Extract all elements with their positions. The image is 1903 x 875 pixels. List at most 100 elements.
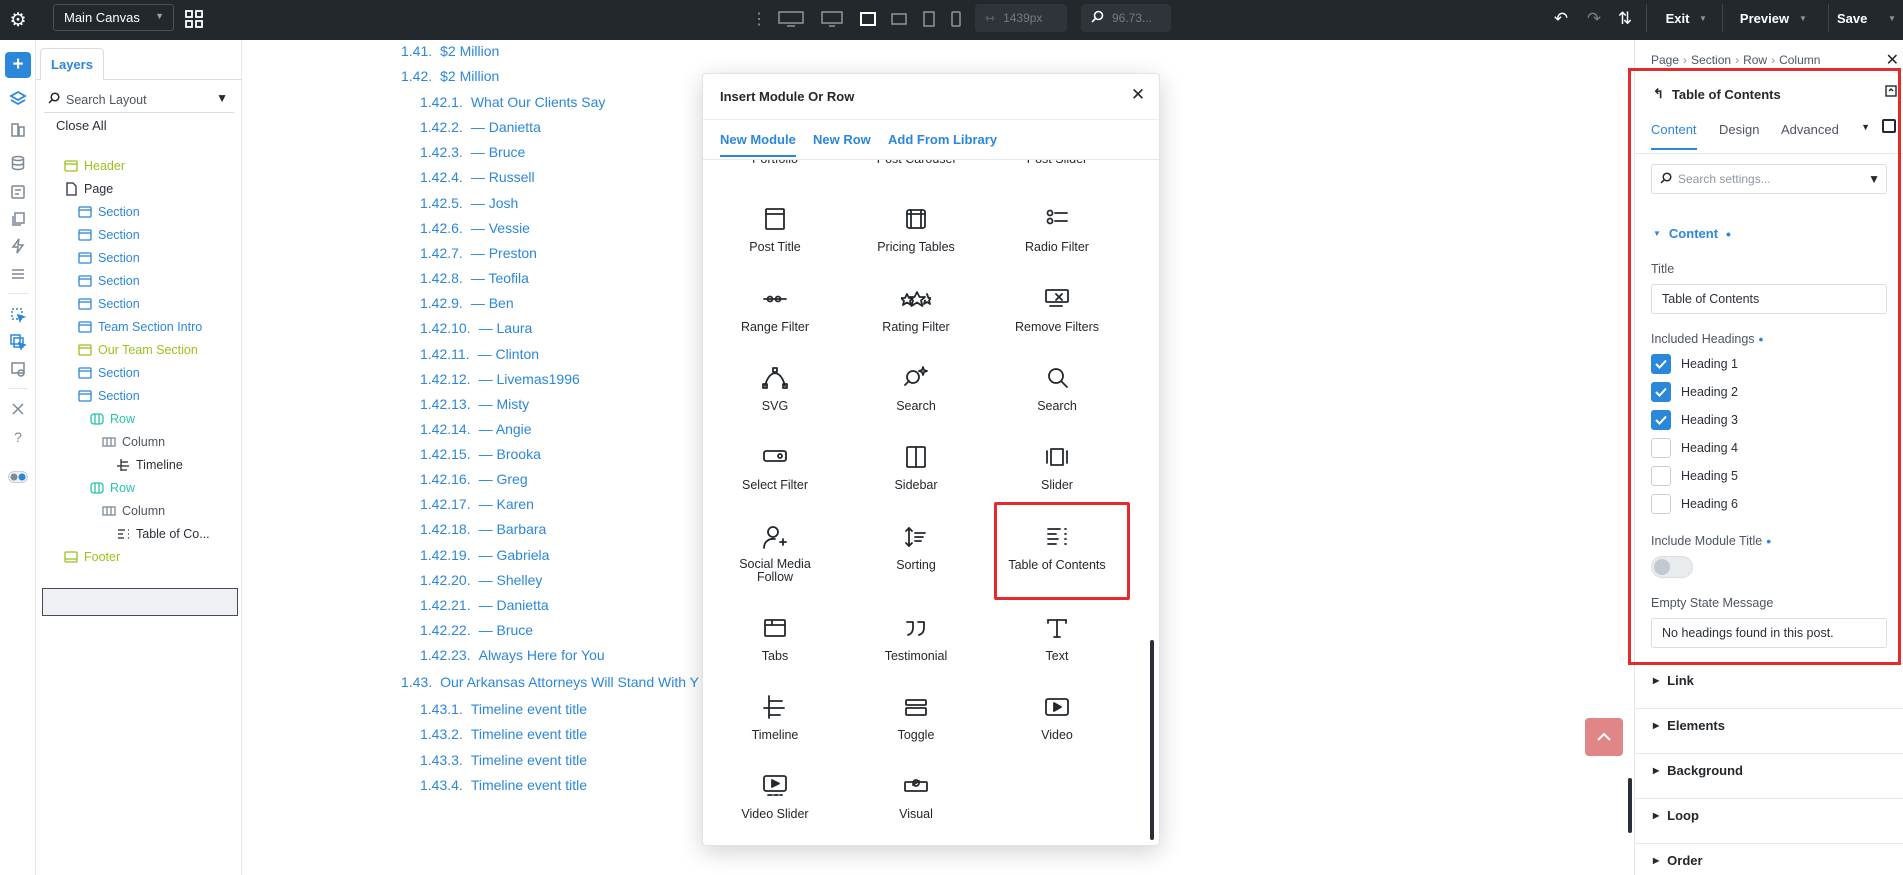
layer-item[interactable]: Section [78, 361, 140, 385]
layer-item[interactable]: Section [78, 223, 140, 247]
layers-icon[interactable] [5, 86, 31, 112]
toc-entry[interactable]: 1.43.3. Timeline event title [420, 752, 587, 768]
layer-item[interactable]: Section [78, 200, 140, 224]
copy-icon[interactable] [5, 206, 31, 232]
toc-entry[interactable]: 1.42.22. — Bruce [420, 622, 533, 638]
module-radio-filter[interactable]: Radio Filter [987, 204, 1127, 254]
toc-entry[interactable]: 1.42.13. — Misty [420, 396, 529, 412]
module-toggle[interactable]: Toggle [846, 692, 986, 742]
tab-layers[interactable]: Layers [40, 48, 104, 80]
module-remove-filters[interactable]: Remove Filters [987, 284, 1127, 334]
gear-icon[interactable]: ⚙ [0, 0, 36, 40]
breadcrumb-column[interactable]: Column [1779, 53, 1820, 67]
exit-menu-caret-icon[interactable]: ▼ [1693, 4, 1713, 32]
section-elements-toggle[interactable]: ▶ Elements [1653, 718, 1725, 733]
module-video-slider[interactable]: Video Slider [705, 771, 845, 821]
layer-item[interactable]: Footer [64, 545, 120, 569]
add-icon[interactable]: + [5, 52, 31, 78]
layer-item[interactable]: Section [78, 292, 140, 316]
module-portfolio[interactable]: Portfolio [705, 160, 845, 166]
toc-entry[interactable]: 1.42.16. — Greg [420, 471, 528, 487]
toc-entry[interactable]: 1.43.2. Timeline event title [420, 726, 587, 742]
module-rating-filter[interactable]: Rating Filter [846, 284, 986, 334]
breadcrumb-row[interactable]: Row [1743, 53, 1767, 67]
breadcrumb-page[interactable]: Page [1651, 53, 1679, 67]
layer-item[interactable]: Section [78, 384, 140, 408]
tab-new-module[interactable]: New Module [720, 132, 796, 157]
section-link-toggle[interactable]: ▶ Link [1653, 673, 1694, 688]
toc-entry[interactable]: 1.42.5. — Josh [420, 195, 518, 211]
panel-close-icon[interactable]: ✕ [1886, 50, 1899, 70]
sort-icon[interactable]: ⇅ [1610, 6, 1640, 32]
layer-item[interactable]: Table of Co... [116, 522, 210, 546]
preview-menu-caret-icon[interactable]: ▼ [1793, 4, 1813, 32]
layer-item[interactable]: Header [64, 154, 125, 178]
module-search[interactable]: Search [987, 363, 1127, 413]
layer-item[interactable]: Our Team Section [78, 338, 198, 362]
layers-search-input[interactable]: Search Layout ▼ [44, 87, 234, 113]
tools-icon[interactable] [5, 396, 31, 422]
toc-entry[interactable]: 1.42.14. — Angie [420, 421, 532, 437]
tablet-landscape-icon[interactable] [883, 6, 915, 32]
phone-icon[interactable] [940, 6, 972, 32]
toc-entry[interactable]: 1.42.6. — Vessie [420, 220, 530, 236]
toc-entry[interactable]: 1.42.1. What Our Clients Say [420, 94, 605, 110]
layer-item[interactable]: Column [102, 499, 165, 523]
toc-entry[interactable]: 1.42.10. — Laura [420, 320, 532, 336]
forms-icon[interactable] [5, 179, 31, 205]
toc-entry[interactable]: 1.42.8. — Teofila [420, 270, 529, 286]
layer-item[interactable]: Section [78, 246, 140, 270]
toc-entry[interactable]: 1.41. $2 Million [401, 43, 499, 59]
toc-entry[interactable]: 1.42.12. — Livemas1996 [420, 371, 580, 387]
drag-handle-icon[interactable]: ⋮ [751, 6, 767, 32]
section-loop-toggle[interactable]: ▶ Loop [1653, 808, 1699, 823]
module-post-carousel[interactable]: Post Carousel [846, 160, 986, 166]
lightning-icon[interactable] [5, 233, 31, 259]
module-visual[interactable]: Visual [846, 771, 986, 821]
module-svg[interactable]: SVG [705, 363, 845, 413]
toc-entry[interactable]: 1.43.4. Timeline event title [420, 777, 587, 793]
module-range-filter[interactable]: Range Filter [705, 284, 845, 334]
multi-select-icon[interactable] [5, 329, 31, 355]
toc-entry[interactable]: 1.42.7. — Preston [420, 245, 537, 261]
toc-entry[interactable]: 1.42.23. Always Here for You [420, 647, 605, 663]
list-icon[interactable] [5, 261, 31, 287]
toc-entry[interactable]: 1.42.2. — Danietta [420, 119, 541, 135]
layer-item[interactable]: Column [102, 430, 165, 454]
close-icon[interactable]: ✕ [1129, 85, 1147, 104]
wide-desktop-icon[interactable] [775, 6, 807, 32]
layer-item[interactable]: Row [90, 476, 135, 500]
redo-icon[interactable]: ↷ [1579, 6, 1609, 32]
module-testimonial[interactable]: Testimonial [846, 613, 986, 663]
help-icon[interactable]: ? [5, 424, 31, 450]
section-background-toggle[interactable]: ▶ Background [1653, 763, 1743, 778]
width-input[interactable]: ⇿ 1439px [975, 4, 1067, 32]
layer-item[interactable]: Row [90, 407, 135, 431]
tab-add-from-library[interactable]: Add From Library [888, 132, 997, 155]
close-all-button[interactable]: Close All [56, 118, 107, 133]
zoom-input[interactable]: 96.73... [1081, 4, 1171, 32]
toc-entry[interactable]: 1.42.11. — Clinton [420, 346, 539, 362]
toc-entry[interactable]: 1.42. $2 Million [401, 68, 499, 84]
cursor-select-icon[interactable] [5, 302, 31, 328]
toc-entry[interactable]: 1.42.20. — Shelley [420, 572, 542, 588]
module-post-title[interactable]: Post Title [705, 204, 845, 254]
undo-icon[interactable]: ↶ [1546, 6, 1576, 32]
toc-entry[interactable]: 1.42.4. — Russell [420, 169, 535, 185]
module-sidebar[interactable]: Sidebar [846, 442, 986, 492]
module-select-filter[interactable]: Select Filter [705, 442, 845, 492]
dialog-scrollbar[interactable] [1150, 640, 1154, 840]
canvas-select[interactable]: Main Canvas ▼ [53, 4, 174, 31]
module-social-media-follow[interactable]: Social Media Follow [705, 522, 845, 584]
scroll-to-top-button[interactable] [1585, 718, 1623, 756]
filter-icon[interactable]: ▼ [216, 91, 228, 105]
desktop-icon[interactable] [816, 6, 848, 32]
grid-icon[interactable] [180, 4, 208, 34]
layer-item[interactable]: Section [78, 269, 140, 293]
toc-entry[interactable]: 1.42.3. — Bruce [420, 144, 525, 160]
section-order-toggle[interactable]: ▶ Order [1653, 853, 1703, 868]
template-icon[interactable] [5, 356, 31, 382]
toc-entry[interactable]: 1.42.15. — Brooka [420, 446, 541, 462]
toggle-switch-icon[interactable] [5, 464, 31, 490]
toc-entry[interactable]: 1.43.1. Timeline event title [420, 701, 587, 717]
